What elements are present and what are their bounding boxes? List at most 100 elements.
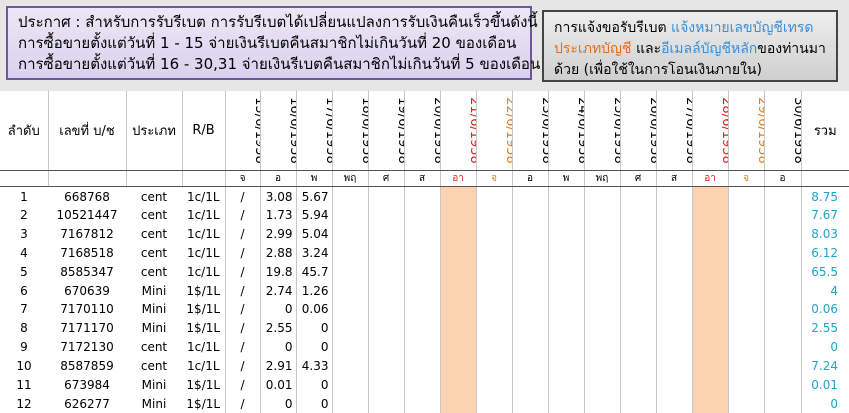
date-value-cell <box>511 205 548 225</box>
date-value-cell <box>691 281 728 301</box>
date-value-cell: 0 <box>259 394 296 413</box>
rebate-rate: 1c/1L <box>186 358 220 373</box>
date-value-cell <box>367 356 404 376</box>
date-value-cell: 0 <box>295 394 332 413</box>
date-value-cell <box>583 243 620 263</box>
row-number: 4 <box>20 246 28 260</box>
date-value-cell <box>331 337 368 357</box>
account-type: cent <box>140 246 168 260</box>
date-value-cell <box>655 205 692 225</box>
date-header-cell: 30/6/1958 <box>763 91 801 172</box>
account-type: Mini <box>141 377 167 392</box>
date-value-cell <box>547 262 584 282</box>
account-type: Mini <box>141 321 167 336</box>
weekday-label: จ <box>475 170 512 188</box>
date-value-cell <box>403 337 440 357</box>
date-value-cell <box>691 318 728 338</box>
date-value-cell <box>367 186 404 206</box>
date-value-cell: 19.8 <box>259 262 296 282</box>
weekday-label: ศ <box>619 170 656 188</box>
date-value-cell <box>511 356 548 376</box>
date-label: 24/6/1958 <box>574 97 584 165</box>
row-total: 0 <box>800 394 849 413</box>
announcement-box: ประกาศ : สำหรับการรับรีเบต การรับรีเบตได… <box>6 6 540 80</box>
date-header-cell: 25/6/1958 <box>583 91 620 172</box>
weekday-spacer <box>0 170 48 188</box>
date-value-cell <box>367 243 404 263</box>
date-value-cell <box>439 243 476 263</box>
weekday-label: อา <box>691 170 728 188</box>
date-header-cell: 23/6/1958 <box>511 91 548 172</box>
weekday-label: จ <box>727 170 764 188</box>
date-value-cell: / <box>224 318 260 338</box>
date-value-cell <box>655 394 692 413</box>
date-value-cell <box>403 375 440 395</box>
date-value-cell <box>619 394 656 413</box>
date-value-cell <box>511 394 548 413</box>
date-value-cell <box>547 186 584 206</box>
date-value-cell <box>547 337 584 357</box>
date-value-cell <box>655 224 692 244</box>
date-value-cell <box>439 375 476 395</box>
date-value-cell <box>727 300 764 319</box>
rebate-rate: 1$/1L <box>186 283 221 298</box>
date-value-cell <box>403 394 440 413</box>
date-value-cell <box>691 300 728 319</box>
rebate-rate: 1$/1L <box>186 302 221 317</box>
date-value-cell <box>763 337 801 357</box>
date-value-cell <box>763 205 801 225</box>
date-value-cell <box>331 243 368 263</box>
weekday-label: ศ <box>367 170 404 188</box>
row-number: 9 <box>20 340 28 355</box>
rebate-rate: 1c/1L <box>186 340 220 355</box>
weekday-label: พฤ <box>583 170 620 188</box>
notice-text: ของท่านมา <box>757 41 826 57</box>
date-value-cell <box>475 300 512 319</box>
date-value-cell <box>727 224 764 244</box>
date-value-cell <box>439 300 476 319</box>
date-header-cell: 22/6/1958 <box>475 91 512 172</box>
date-header-cell: 28/6/1958 <box>691 91 728 172</box>
weekday-spacer <box>181 170 225 188</box>
date-value-cell <box>619 281 656 301</box>
date-value-cell <box>763 394 801 413</box>
date-value-cell <box>727 375 764 395</box>
row-total: 8.75 <box>800 186 849 206</box>
rebate-notice-box: การแจ้งขอรับรีเบต แจ้งหมายเลขบัญชีเทรด ป… <box>542 10 838 82</box>
date-value-cell <box>763 375 801 395</box>
date-value-cell <box>331 281 368 301</box>
date-value-cell <box>727 318 764 338</box>
top-banner: ประกาศ : สำหรับการรับรีเบต การรับรีเบตได… <box>0 0 849 91</box>
date-value-cell: 5.04 <box>295 224 332 244</box>
date-value-cell <box>331 356 368 376</box>
account-number: 7168518 <box>60 246 114 260</box>
account-number: 8585347 <box>60 264 114 279</box>
date-value-cell <box>511 243 548 263</box>
date-header-cell: 15/6/1958 <box>224 91 260 172</box>
row-number: 8 <box>20 321 28 336</box>
date-value-cell <box>403 262 440 282</box>
date-value-cell <box>547 224 584 244</box>
account-number: 668768 <box>64 189 110 204</box>
date-value-cell <box>439 205 476 225</box>
account-type: cent <box>140 340 168 355</box>
rebate-rate: 1c/1L <box>186 246 220 260</box>
table-row: 10 8587859 cent 1c/1L /2.91 4.33 7.24 <box>0 356 849 376</box>
notice-highlight-account: แจ้งหมายเลขบัญชีเทรด <box>671 20 814 36</box>
weekday-spacer <box>125 170 182 188</box>
date-value-cell <box>331 186 368 206</box>
account-type: cent <box>140 208 168 223</box>
date-value-cell: 0 <box>259 337 296 357</box>
date-value-cell <box>619 224 656 244</box>
date-value-cell <box>367 337 404 357</box>
row-number: 3 <box>20 227 28 242</box>
date-value-cell <box>727 205 764 225</box>
date-value-cell <box>583 356 620 376</box>
date-value-cell <box>511 375 548 395</box>
announcement-line-1: ประกาศ : สำหรับการรับรีเบต การรับรีเบตได… <box>18 13 538 31</box>
account-number: 7171170 <box>60 321 114 336</box>
date-value-cell: 2.88 <box>259 243 296 263</box>
date-value-cell <box>547 394 584 413</box>
row-total: 6.12 <box>800 243 849 263</box>
weekday-label: พฤ <box>331 170 368 188</box>
